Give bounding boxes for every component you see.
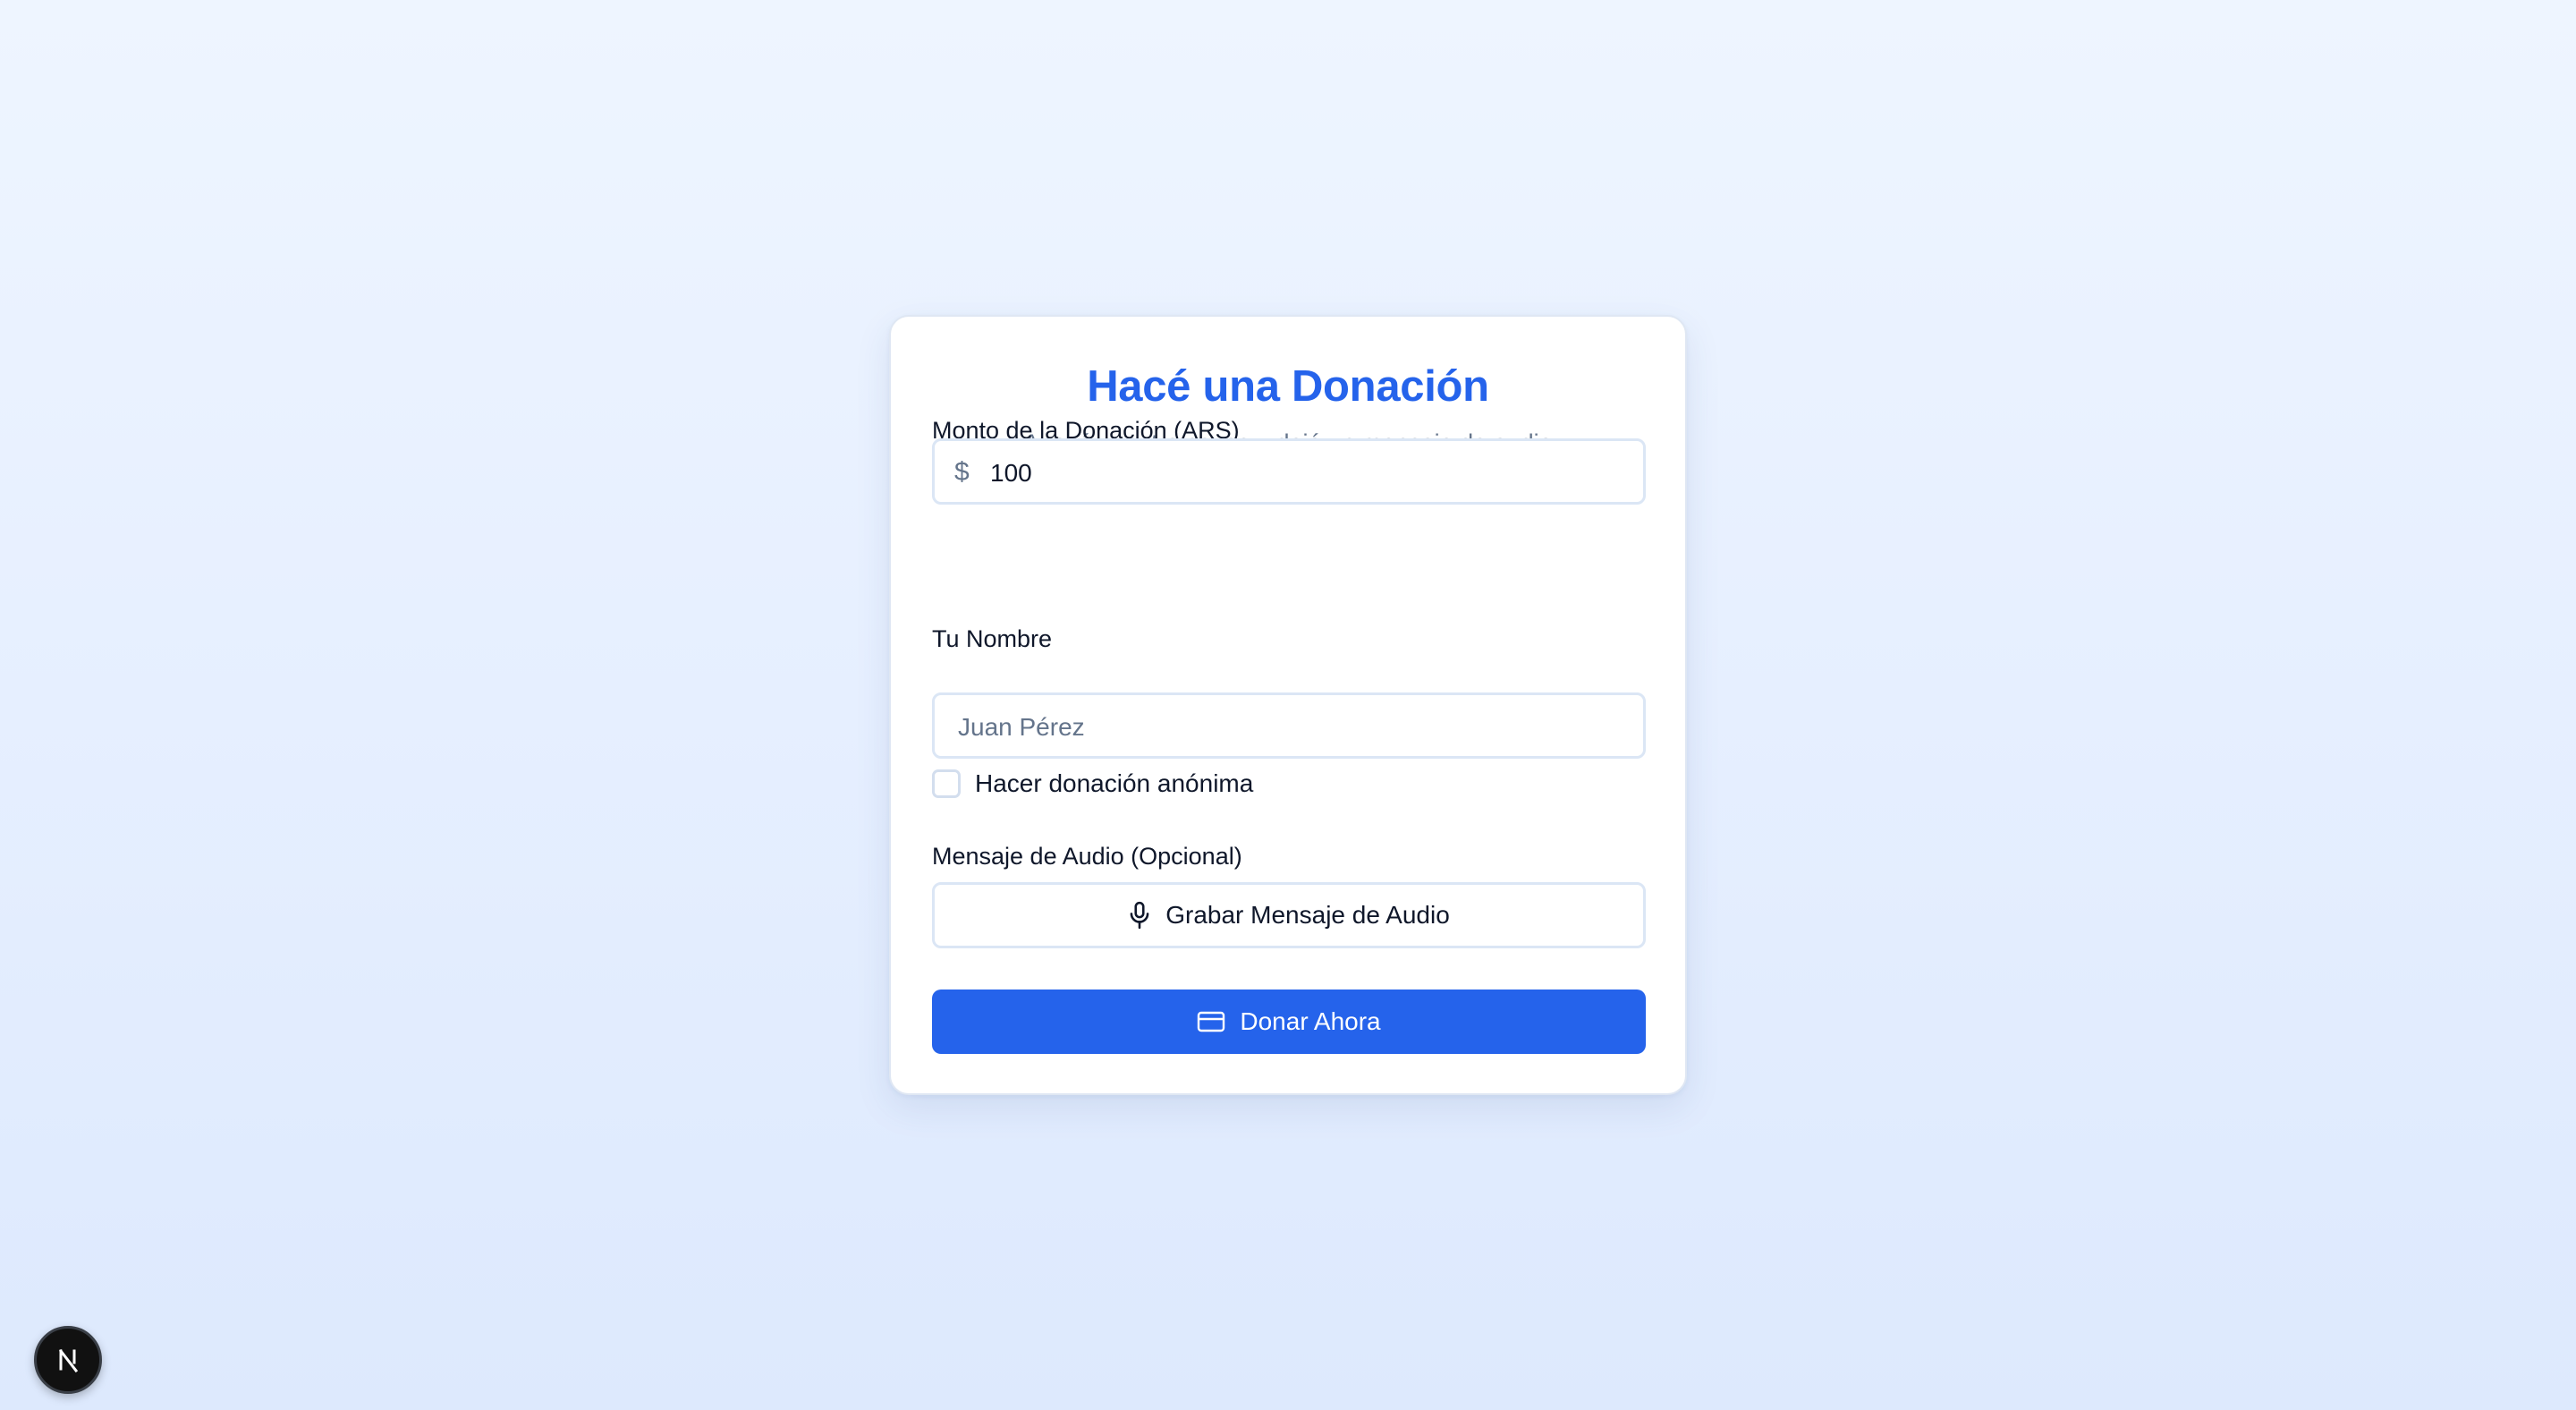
- credit-card-icon: [1197, 1010, 1225, 1033]
- anonymous-label[interactable]: Hacer donación anónima: [975, 769, 1253, 798]
- dollar-sign-icon: $: [954, 457, 970, 487]
- donation-card: Hacé una Donación Apoyá nuestra causa y …: [889, 315, 1687, 1095]
- record-audio-button[interactable]: Grabar Mensaje de Audio: [932, 882, 1646, 948]
- nextjs-devtools-button[interactable]: [34, 1326, 102, 1394]
- nextjs-logo-icon: [55, 1346, 81, 1373]
- record-audio-label: Grabar Mensaje de Audio: [1165, 901, 1450, 929]
- amount-input[interactable]: $ 100: [932, 438, 1646, 505]
- name-placeholder: Juan Pérez: [958, 713, 1085, 741]
- microphone-icon: [1128, 901, 1151, 930]
- audio-label: Mensaje de Audio (Opcional): [932, 843, 1242, 870]
- anonymous-checkbox[interactable]: [932, 769, 961, 798]
- form-title: Hacé una Donación: [1087, 362, 1489, 411]
- name-label: Tu Nombre: [932, 625, 1053, 652]
- amount-value: 100: [990, 459, 1032, 487]
- donate-button[interactable]: Donar Ahora: [932, 990, 1646, 1054]
- donate-label: Donar Ahora: [1240, 1007, 1381, 1035]
- name-input[interactable]: Juan Pérez: [932, 692, 1646, 759]
